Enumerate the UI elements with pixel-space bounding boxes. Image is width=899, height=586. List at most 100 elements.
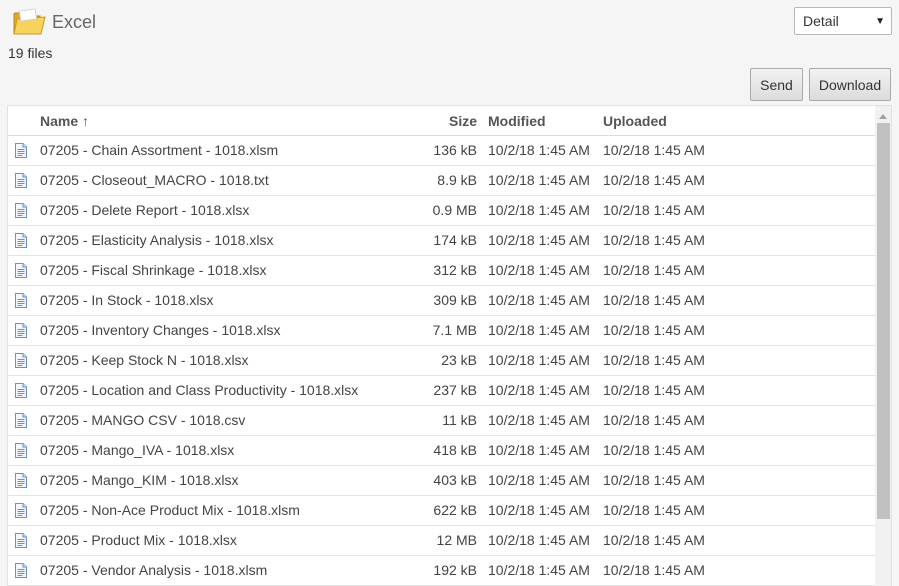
file-size: 0.9 MB bbox=[432, 202, 477, 218]
table-row[interactable]: 07205 - Inventory Changes - 1018.xlsx 7.1… bbox=[8, 316, 875, 346]
table-row[interactable]: 07205 - Closeout_MACRO - 1018.txt 8.9 kB 1… bbox=[8, 166, 875, 196]
folder-icon bbox=[13, 8, 46, 35]
table-row[interactable]: 07205 - Keep Stock N - 1018.xlsx 23 kB 10/… bbox=[8, 346, 875, 376]
document-icon bbox=[15, 413, 27, 428]
file-uploaded: 10/2/18 1:45 AM bbox=[603, 352, 705, 368]
file-modified: 10/2/18 1:45 AM bbox=[488, 472, 590, 488]
column-header-name[interactable]: Name ↑ bbox=[40, 106, 89, 136]
file-list-panel: Name ↑ Size Modified Uploaded 07205 - Ch… bbox=[7, 105, 892, 586]
view-mode-select[interactable]: Detail ▼ bbox=[794, 7, 892, 35]
file-uploaded: 10/2/18 1:45 AM bbox=[603, 172, 705, 188]
chevron-down-icon: ▼ bbox=[875, 16, 885, 27]
vertical-scrollbar[interactable] bbox=[875, 106, 891, 586]
table-row[interactable]: 07205 - Delete Report - 1018.xlsx 0.9 MB 1… bbox=[8, 196, 875, 226]
file-size: 418 kB bbox=[433, 442, 477, 458]
column-header-modified[interactable]: Modified bbox=[488, 106, 546, 136]
file-size: 622 kB bbox=[433, 502, 477, 518]
table-row[interactable]: 07205 - Product Mix - 1018.xlsx 12 MB 10/2… bbox=[8, 526, 875, 556]
file-list: 07205 - Chain Assortment - 1018.xlsm 136 … bbox=[8, 136, 875, 586]
table-row[interactable]: 07205 - In Stock - 1018.xlsx 309 kB 10/2/1… bbox=[8, 286, 875, 316]
file-name[interactable]: 07205 - Delete Report - 1018.xlsx bbox=[40, 196, 249, 225]
file-uploaded: 10/2/18 1:45 AM bbox=[603, 232, 705, 248]
page-title: Excel bbox=[52, 11, 97, 32]
column-header-uploaded[interactable]: Uploaded bbox=[603, 106, 667, 136]
document-icon bbox=[15, 353, 27, 368]
view-mode-value: Detail bbox=[803, 13, 839, 29]
file-size: 8.9 kB bbox=[437, 172, 477, 188]
file-modified: 10/2/18 1:45 AM bbox=[488, 292, 590, 308]
document-icon bbox=[15, 293, 27, 308]
document-icon bbox=[15, 173, 27, 188]
file-modified: 10/2/18 1:45 AM bbox=[488, 202, 590, 218]
file-name[interactable]: 07205 - MANGO CSV - 1018.csv bbox=[40, 406, 245, 435]
scroll-up-arrow-icon[interactable] bbox=[879, 114, 887, 119]
file-uploaded: 10/2/18 1:45 AM bbox=[603, 262, 705, 278]
file-name[interactable]: 07205 - In Stock - 1018.xlsx bbox=[40, 286, 214, 315]
table-row[interactable]: 07205 - MANGO CSV - 1018.csv 11 kB 10/2/18… bbox=[8, 406, 875, 436]
document-icon bbox=[15, 503, 27, 518]
file-size: 11 kB bbox=[442, 412, 477, 428]
file-uploaded: 10/2/18 1:45 AM bbox=[603, 322, 705, 338]
table-row[interactable]: 07205 - Chain Assortment - 1018.xlsm 136 … bbox=[8, 136, 875, 166]
file-modified: 10/2/18 1:45 AM bbox=[488, 502, 590, 518]
file-name[interactable]: 07205 - Elasticity Analysis - 1018.xlsx bbox=[40, 226, 273, 255]
file-uploaded: 10/2/18 1:45 AM bbox=[603, 382, 705, 398]
document-icon bbox=[15, 263, 27, 278]
document-icon bbox=[15, 473, 27, 488]
document-icon bbox=[15, 383, 27, 398]
table-row[interactable]: 07205 - Mango_KIM - 1018.xlsx 403 kB 10/2/… bbox=[8, 466, 875, 496]
document-icon bbox=[15, 203, 27, 218]
file-size: 309 kB bbox=[433, 292, 477, 308]
file-modified: 10/2/18 1:45 AM bbox=[488, 172, 590, 188]
file-modified: 10/2/18 1:45 AM bbox=[488, 262, 590, 278]
file-name[interactable]: 07205 - Location and Class Productivity … bbox=[40, 376, 358, 405]
file-size: 403 kB bbox=[433, 472, 477, 488]
table-row[interactable]: 07205 - Mango_IVA - 1018.xlsx 418 kB 10/2/… bbox=[8, 436, 875, 466]
file-size: 237 kB bbox=[433, 382, 477, 398]
document-icon bbox=[15, 323, 27, 338]
file-modified: 10/2/18 1:45 AM bbox=[488, 412, 590, 428]
column-header-size[interactable]: Size bbox=[449, 106, 477, 136]
file-uploaded: 10/2/18 1:45 AM bbox=[603, 502, 705, 518]
file-size: 136 kB bbox=[433, 142, 477, 158]
file-name[interactable]: 07205 - Non-Ace Product Mix - 1018.xlsm bbox=[40, 496, 300, 525]
file-name[interactable]: 07205 - Vendor Analysis - 1018.xlsm bbox=[40, 556, 267, 585]
file-size: 192 kB bbox=[433, 562, 477, 578]
file-uploaded: 10/2/18 1:45 AM bbox=[603, 142, 705, 158]
table-row[interactable]: 07205 - Vendor Analysis - 1018.xlsm 192 k… bbox=[8, 556, 875, 586]
document-icon bbox=[15, 563, 27, 578]
table-header: Name ↑ Size Modified Uploaded bbox=[8, 106, 875, 136]
scrollbar-thumb[interactable] bbox=[877, 123, 890, 519]
file-modified: 10/2/18 1:45 AM bbox=[488, 142, 590, 158]
table-row[interactable]: 07205 - Elasticity Analysis - 1018.xlsx 1… bbox=[8, 226, 875, 256]
file-modified: 10/2/18 1:45 AM bbox=[488, 232, 590, 248]
file-modified: 10/2/18 1:45 AM bbox=[488, 532, 590, 548]
file-uploaded: 10/2/18 1:45 AM bbox=[603, 532, 705, 548]
file-name[interactable]: 07205 - Inventory Changes - 1018.xlsx bbox=[40, 316, 280, 345]
document-icon bbox=[15, 143, 27, 158]
file-modified: 10/2/18 1:45 AM bbox=[488, 442, 590, 458]
table-row[interactable]: 07205 - Non-Ace Product Mix - 1018.xlsm 6… bbox=[8, 496, 875, 526]
file-size: 23 kB bbox=[441, 352, 477, 368]
file-name[interactable]: 07205 - Keep Stock N - 1018.xlsx bbox=[40, 346, 249, 375]
file-name[interactable]: 07205 - Mango_KIM - 1018.xlsx bbox=[40, 466, 238, 495]
file-name[interactable]: 07205 - Chain Assortment - 1018.xlsm bbox=[40, 136, 278, 165]
document-icon bbox=[15, 233, 27, 248]
file-modified: 10/2/18 1:45 AM bbox=[488, 322, 590, 338]
file-size: 174 kB bbox=[433, 232, 477, 248]
file-name[interactable]: 07205 - Fiscal Shrinkage - 1018.xlsx bbox=[40, 256, 266, 285]
document-icon bbox=[15, 443, 27, 458]
file-uploaded: 10/2/18 1:45 AM bbox=[603, 442, 705, 458]
table-row[interactable]: 07205 - Location and Class Productivity … bbox=[8, 376, 875, 406]
send-button[interactable]: Send bbox=[750, 68, 803, 101]
file-name[interactable]: 07205 - Mango_IVA - 1018.xlsx bbox=[40, 436, 234, 465]
file-uploaded: 10/2/18 1:45 AM bbox=[603, 292, 705, 308]
download-button[interactable]: Download bbox=[809, 68, 891, 101]
table-row[interactable]: 07205 - Fiscal Shrinkage - 1018.xlsx 312 … bbox=[8, 256, 875, 286]
file-modified: 10/2/18 1:45 AM bbox=[488, 352, 590, 368]
file-name[interactable]: 07205 - Product Mix - 1018.xlsx bbox=[40, 526, 237, 555]
file-name[interactable]: 07205 - Closeout_MACRO - 1018.txt bbox=[40, 166, 269, 195]
file-uploaded: 10/2/18 1:45 AM bbox=[603, 472, 705, 488]
file-size: 7.1 MB bbox=[432, 322, 477, 338]
header: Excel bbox=[12, 6, 96, 38]
